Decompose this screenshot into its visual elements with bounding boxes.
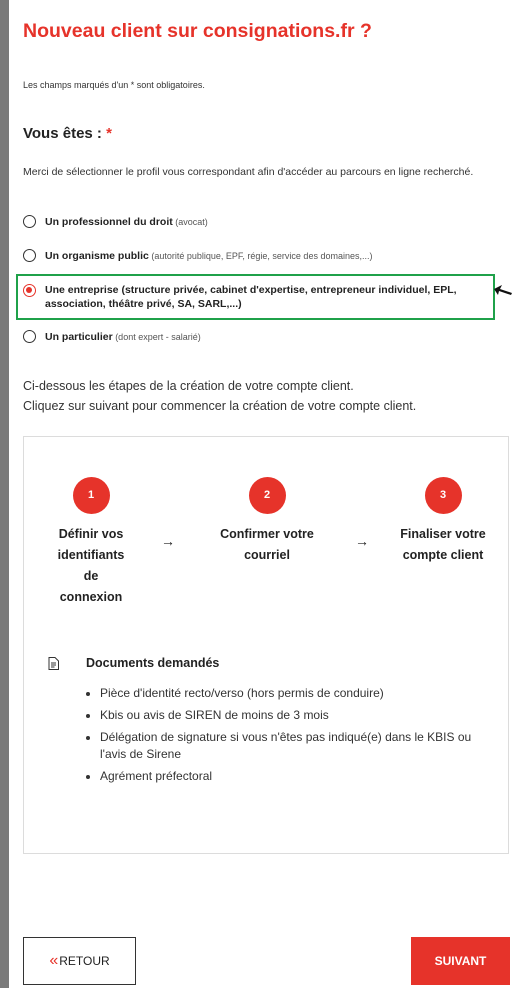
- arrow-pointer-icon: [493, 284, 513, 303]
- steps-intro-line-1: Ci-dessous les étapes de la création de …: [23, 379, 354, 393]
- radio-button[interactable]: [23, 249, 36, 262]
- back-button-label: RETOUR: [59, 954, 110, 968]
- documents-title: Documents demandés: [86, 656, 220, 670]
- profile-label-text: Vous êtes :: [23, 125, 102, 142]
- left-border: [0, 0, 9, 988]
- option-light-text: (avocat): [172, 217, 208, 227]
- steps-intro: Ci-dessous les étapes de la création de …: [23, 376, 503, 416]
- step-number-badge: 3: [424, 477, 462, 514]
- steps-card: 1 Définir vos identifiants de connexion …: [23, 436, 509, 854]
- option-strong-text: Un professionnel du droit: [45, 216, 173, 228]
- radio-option-public-body[interactable]: Un organisme public (autorité publique, …: [23, 249, 372, 263]
- step-number-badge: 1: [72, 477, 110, 514]
- step-label: Finaliser votre compte client: [400, 527, 486, 562]
- documents-list: Pièce d'identité recto/verso (hors permi…: [86, 685, 500, 790]
- document-icon: [48, 657, 59, 670]
- option-light-text: (dont expert - salarié): [112, 332, 201, 342]
- list-item: Pièce d'identité recto/verso (hors permi…: [100, 685, 500, 702]
- list-item: Agrément préfectoral: [100, 768, 500, 785]
- option-strong-text: Un organisme public: [45, 250, 149, 262]
- radio-option-legal-professional[interactable]: Un professionnel du droit (avocat): [23, 215, 208, 229]
- step-1: 1 Définir vos identifiants de connexion: [36, 477, 146, 608]
- steps-intro-line-2: Cliquez sur suivant pour commencer la cr…: [23, 399, 417, 413]
- radio-option-individual[interactable]: Un particulier (dont expert - salarié): [23, 330, 201, 344]
- back-button[interactable]: « RETOUR: [23, 937, 136, 985]
- profile-label: Vous êtes : *: [23, 125, 112, 142]
- list-item: Délégation de signature si vous n'êtes p…: [100, 729, 500, 763]
- required-mark: *: [106, 125, 112, 142]
- radio-button[interactable]: [23, 330, 36, 343]
- step-label: Définir vos identifiants de connexion: [57, 527, 125, 604]
- option-light-text: (autorité publique, EPF, régie, service …: [148, 251, 373, 261]
- radio-option-label: Un professionnel du droit (avocat): [45, 215, 208, 229]
- next-button[interactable]: SUIVANT: [411, 937, 510, 985]
- radio-button[interactable]: [23, 215, 36, 228]
- step-label: Confirmer votre courriel: [220, 527, 314, 562]
- required-fields-note: Les champs marqués d'un * sont obligatoi…: [23, 80, 205, 90]
- radio-option-label: Un particulier (dont expert - salarié): [45, 330, 201, 344]
- selection-highlight-box: [16, 274, 495, 320]
- option-strong-text: Un particulier: [45, 331, 113, 343]
- profile-intro: Merci de sélectionner le profil vous cor…: [23, 166, 474, 178]
- page-title: Nouveau client sur consignations.fr ?: [23, 20, 372, 42]
- radio-option-label: Un organisme public (autorité publique, …: [45, 249, 372, 263]
- step-3: 3 Finaliser votre compte client: [383, 477, 503, 566]
- step-2: 2 Confirmer votre courriel: [202, 477, 332, 566]
- step-number-badge: 2: [248, 477, 286, 514]
- step-arrow-icon: →: [355, 533, 369, 549]
- step-arrow-icon: →: [161, 533, 175, 549]
- list-item: Kbis ou avis de SIREN de moins de 3 mois: [100, 707, 500, 724]
- double-chevron-left-icon: «: [49, 952, 58, 969]
